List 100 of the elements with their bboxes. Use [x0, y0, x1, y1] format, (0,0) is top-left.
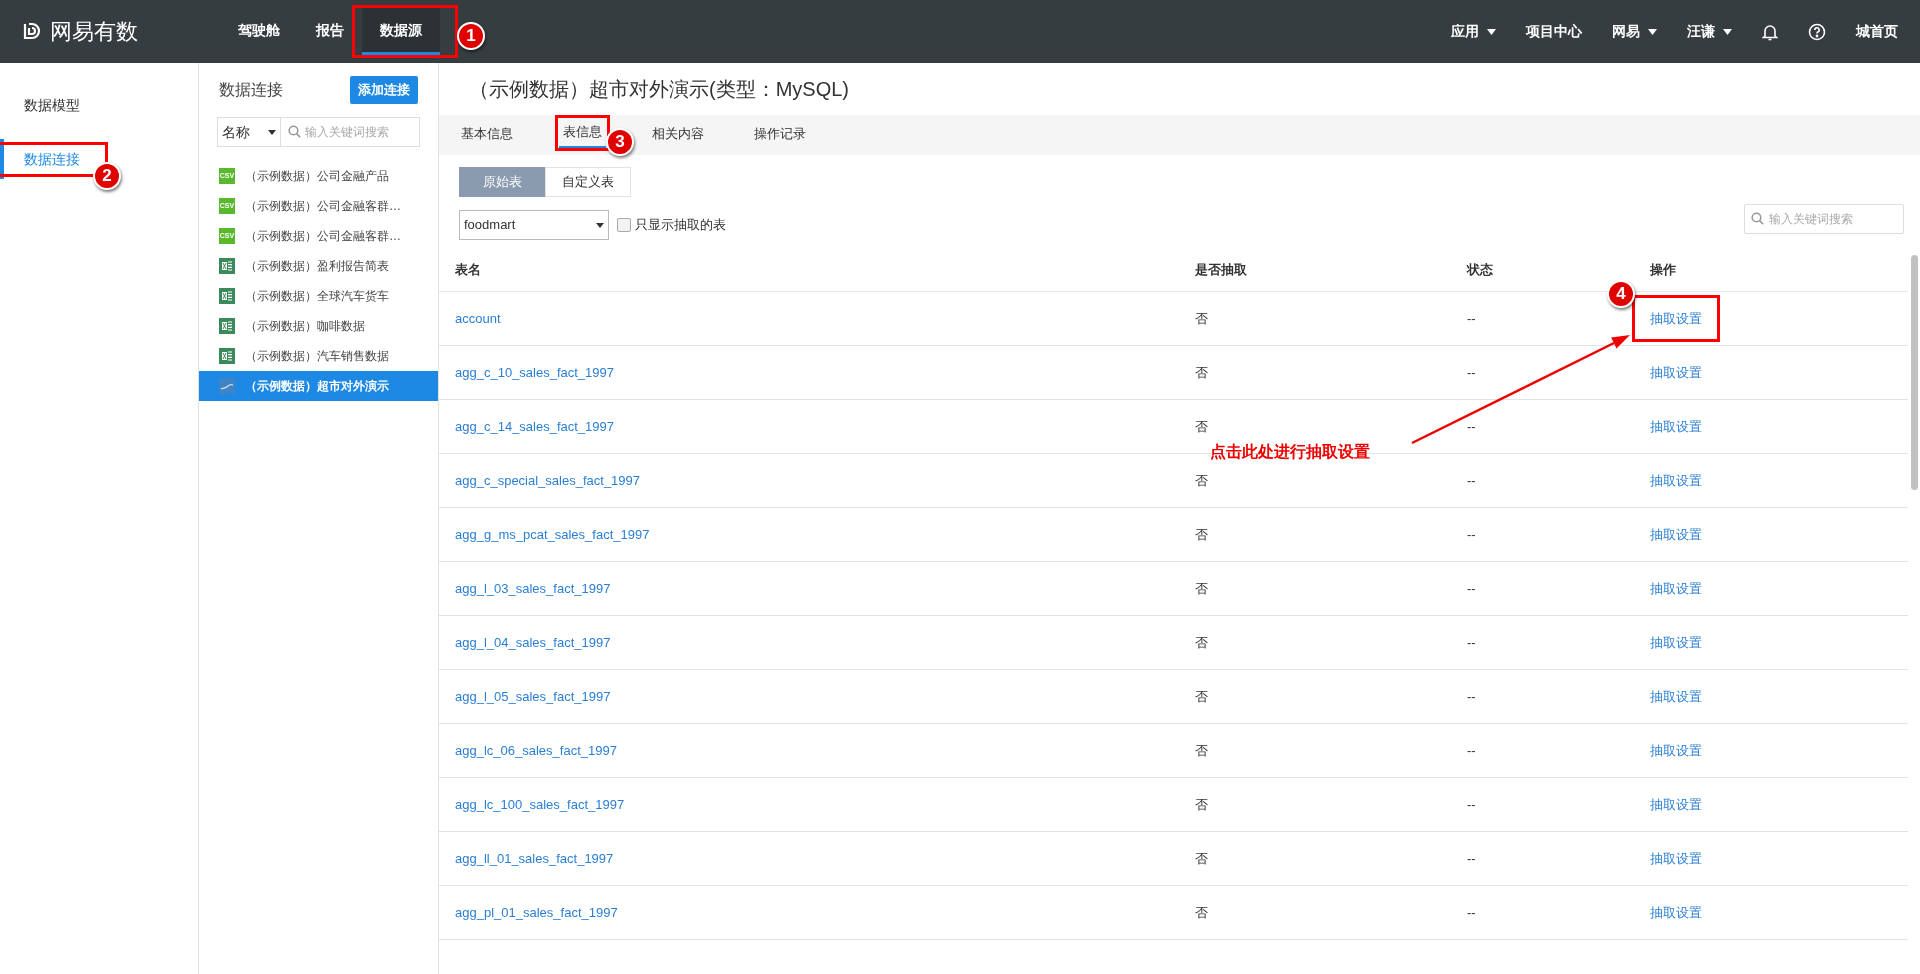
extract-settings-link[interactable]: 抽取设置 [1650, 634, 1702, 650]
connection-item[interactable]: （示例数据）盈利报告简表 [199, 251, 438, 281]
table-name-link[interactable]: agg_l_03_sales_fact_1997 [455, 578, 611, 599]
table-cell-text: -- [1467, 309, 1476, 328]
search-field[interactable]: 输入关键词搜索 [1744, 204, 1904, 234]
connection-name: （示例数据）全球汽车货车 [245, 288, 389, 305]
step-number-badge: 3 [606, 128, 634, 156]
bell-icon[interactable] [1762, 22, 1778, 41]
connection-name: （示例数据）公司金融客群… [245, 228, 401, 245]
table-name-link[interactable]: agg_c_10_sales_fact_1997 [455, 362, 615, 383]
extract-settings-link[interactable]: 抽取设置 [1650, 796, 1702, 812]
extract-settings-link[interactable]: 抽取设置 [1650, 308, 1702, 329]
extract-settings-link[interactable]: 抽取设置 [1650, 742, 1702, 758]
connection-name: （示例数据）咖啡数据 [245, 318, 365, 335]
connection-name: （示例数据）公司金融产品 [245, 168, 389, 185]
connection-item[interactable]: （示例数据）超市对外演示 [199, 371, 438, 401]
table-name-link[interactable]: agg_l_05_sales_fact_1997 [455, 686, 611, 707]
extract-settings-link[interactable]: 抽取设置 [1650, 580, 1702, 596]
caret-icon [1648, 28, 1657, 35]
table-cell-text: 否 [1195, 849, 1208, 868]
sidebar-item[interactable]: 数据模型 [4, 94, 80, 116]
segment-button[interactable]: 原始表 [459, 167, 545, 197]
column-header: 操作 [1650, 260, 1677, 279]
nav-tab[interactable]: 报告 [298, 0, 362, 63]
user-menu[interactable]: 网易 [1612, 21, 1657, 42]
table-name-link[interactable]: account [455, 308, 501, 329]
table-name-link[interactable]: agg_c_special_sales_fact_1997 [455, 470, 641, 491]
sidebar-item[interactable]: 数据连接 [4, 148, 80, 170]
table-cell-text: -- [1467, 417, 1476, 436]
connection-name: （示例数据）汽车销售数据 [245, 348, 389, 365]
extract-settings-link[interactable]: 抽取设置 [1650, 526, 1702, 542]
annotation-text: 点击此处进行抽取设置 [1210, 442, 1370, 462]
connection-name: （示例数据）盈利报告简表 [245, 258, 389, 275]
nav-tab[interactable]: 驾驶舱 [220, 0, 298, 63]
header-link[interactable]: 城首页 [1856, 21, 1898, 42]
database-dropdown[interactable]: foodmart [459, 210, 609, 240]
segment-button[interactable]: 自定义表 [545, 167, 631, 197]
tab[interactable]: 表信息 [559, 118, 606, 148]
extract-settings-link[interactable]: 抽取设置 [1650, 364, 1702, 380]
table-cell-text: -- [1467, 849, 1476, 868]
extract-settings-link[interactable]: 抽取设置 [1650, 688, 1702, 704]
checkbox-label: 只显示抽取的表 [635, 216, 726, 235]
table-cell-text: -- [1467, 363, 1476, 382]
connection-item[interactable]: （示例数据）汽车销售数据 [199, 341, 438, 371]
page-title: （示例数据）超市对外演示(类型：MySQL) [469, 77, 849, 102]
caret-icon [596, 222, 604, 228]
table-name-link[interactable]: agg_lc_06_sales_fact_1997 [455, 740, 617, 761]
user-menu[interactable]: 应用 [1451, 21, 1496, 42]
table-cell-text: -- [1467, 903, 1476, 922]
table-cell-text: -- [1467, 471, 1476, 490]
caret-icon [1487, 28, 1496, 35]
nav-tab[interactable]: 数据源 [362, 8, 440, 55]
spreadsheet-icon [219, 348, 235, 364]
step-number-badge: 2 [93, 161, 121, 190]
step-number-badge: 4 [1607, 279, 1635, 308]
search-field[interactable]: 输入关键词搜索 [281, 117, 420, 147]
connection-item[interactable]: （示例数据）全球汽车货车 [199, 281, 438, 311]
table-cell-text: -- [1467, 525, 1476, 544]
tab[interactable]: 相关内容 [648, 115, 708, 155]
checkbox[interactable] [617, 218, 631, 232]
user-menu[interactable]: 汪谦 [1687, 21, 1732, 42]
extract-settings-link[interactable]: 抽取设置 [1650, 418, 1702, 434]
table-name-link[interactable]: agg_pl_01_sales_fact_1997 [455, 902, 618, 923]
table-name-link[interactable]: agg_l_04_sales_fact_1997 [455, 632, 611, 653]
table-cell-text: -- [1467, 579, 1476, 598]
table-cell-text: 否 [1195, 525, 1208, 544]
tab[interactable]: 操作记录 [750, 115, 810, 155]
header-link[interactable]: 项目中心 [1526, 21, 1582, 42]
filter-dropdown[interactable]: 名称 [217, 117, 281, 147]
add-connection-button[interactable]: 添加连接 [350, 76, 418, 104]
search-icon [1751, 212, 1764, 225]
logo-text: 网易有数 [50, 18, 138, 46]
table-name-link[interactable]: agg_g_ms_pcat_sales_fact_1997 [455, 524, 650, 545]
scrollbar-thumb[interactable] [1911, 255, 1918, 490]
panel-title: 数据连接 [219, 80, 283, 100]
column-header: 是否抽取 [1195, 260, 1248, 279]
connection-item[interactable]: （示例数据）咖啡数据 [199, 311, 438, 341]
spreadsheet-icon [219, 288, 235, 304]
table-name-link[interactable]: agg_c_14_sales_fact_1997 [455, 416, 615, 437]
column-header: 状态 [1467, 260, 1494, 279]
connection-name: （示例数据）超市对外演示 [245, 378, 389, 395]
table-cell-text: 否 [1195, 363, 1208, 382]
tab[interactable]: 基本信息 [457, 115, 517, 155]
help-icon[interactable] [1808, 22, 1826, 41]
extract-settings-link[interactable]: 抽取设置 [1650, 472, 1702, 488]
table-cell-text: -- [1467, 633, 1476, 652]
table-cell-text: 否 [1195, 309, 1208, 328]
extract-settings-link[interactable]: 抽取设置 [1650, 850, 1702, 866]
step-number-badge: 1 [457, 22, 485, 50]
table-cell-text: 否 [1195, 417, 1208, 436]
table-cell-text: 否 [1195, 741, 1208, 760]
table-name-link[interactable]: agg_lc_100_sales_fact_1997 [455, 794, 625, 815]
table-name-link[interactable]: agg_ll_01_sales_fact_1997 [455, 848, 614, 869]
connection-name: （示例数据）公司金融客群… [245, 198, 401, 215]
extract-settings-link[interactable]: 抽取设置 [1650, 904, 1702, 920]
table-cell-text: 否 [1195, 687, 1208, 706]
table-cell-text: 否 [1195, 471, 1208, 490]
spreadsheet-icon [219, 258, 235, 274]
search-icon [288, 125, 301, 138]
table-cell-text: -- [1467, 741, 1476, 760]
